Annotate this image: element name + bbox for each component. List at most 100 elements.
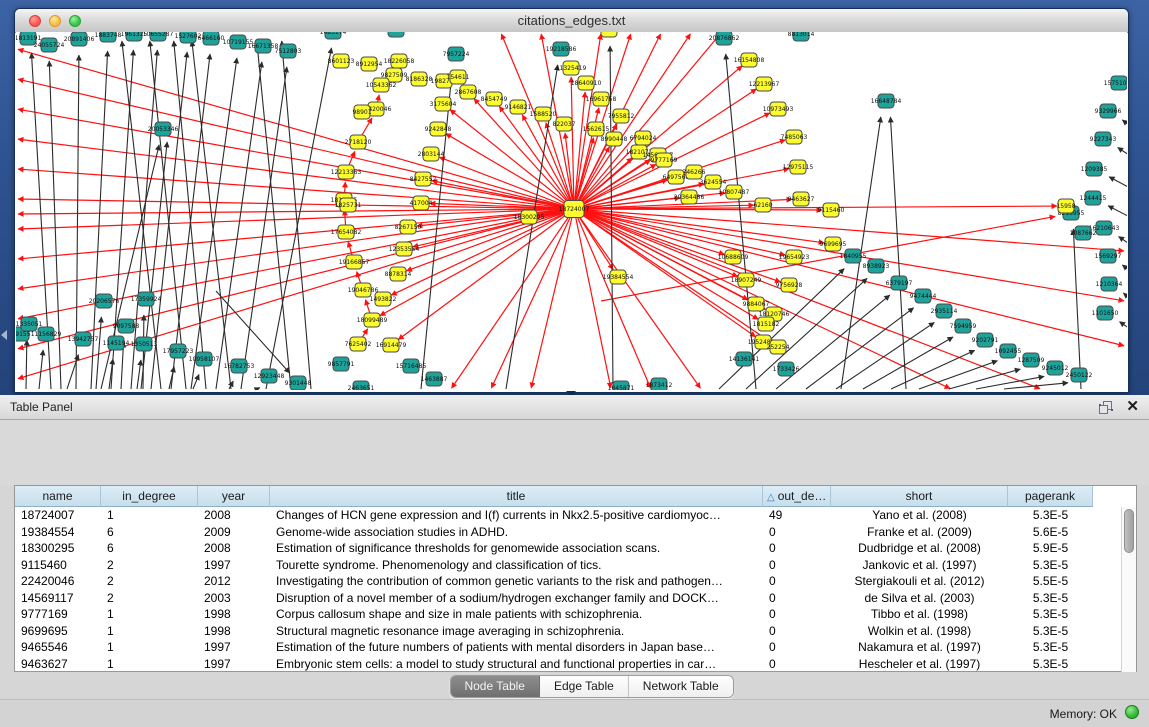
yellow-node[interactable]: 1525493 (596, 32, 623, 37)
yellow-node[interactable]: 8601123 (328, 54, 355, 68)
table-row[interactable]: 2242004622012Investigating the contribut… (15, 573, 1121, 590)
tab-network-table[interactable]: Network Table (629, 676, 733, 697)
teal-node[interactable]: 1883748 (95, 32, 122, 42)
teal-node[interactable]: 1045871 (608, 381, 635, 390)
table-row[interactable]: 977716911998Corpus callosum shape and si… (15, 606, 1121, 623)
teal-node[interactable]: 1065421 (383, 32, 410, 37)
teal-node[interactable]: 15751074 (1104, 76, 1127, 90)
teal-node[interactable]: 1733426 (773, 362, 800, 376)
teal-node[interactable]: 1840955 (840, 249, 867, 263)
yellow-node[interactable]: 10807487 (719, 185, 750, 199)
yellow-node[interactable]: 9756928 (776, 278, 803, 292)
yellow-node[interactable]: 154611 (447, 70, 470, 84)
yellow-node[interactable]: 98901 (352, 105, 371, 119)
yellow-node[interactable]: 18640910 (571, 76, 602, 90)
column-header-name[interactable]: name (15, 486, 101, 507)
yellow-node[interactable]: 9115460 (818, 203, 845, 217)
column-header-title[interactable]: title (270, 486, 763, 507)
yellow-node[interactable]: 746266 (683, 165, 706, 179)
tab-edge-table[interactable]: Edge Table (540, 676, 629, 697)
teal-node[interactable]: 1101650 (1092, 306, 1119, 320)
yellow-node[interactable]: 11325419 (556, 61, 587, 75)
yellow-node[interactable]: 16154808 (734, 53, 765, 67)
yellow-node[interactable]: 12975115 (783, 160, 814, 174)
yellow-node[interactable]: 62160 (753, 198, 772, 212)
yellow-node[interactable]: 417004 (410, 196, 433, 210)
teal-node[interactable]: 9202791 (972, 333, 999, 347)
teal-node[interactable]: 9474444 (910, 289, 937, 303)
yellow-node[interactable]: 9699695 (820, 237, 847, 251)
yellow-node[interactable]: 2718120 (345, 135, 372, 149)
window-titlebar[interactable]: citations_edges.txt (15, 9, 1128, 33)
teal-node[interactable]: 17359924 (131, 292, 162, 306)
table-row[interactable]: 911546021997Tourette syndrome. Phenomeno… (15, 557, 1121, 574)
yellow-node[interactable]: 19654923 (779, 250, 810, 264)
teal-node[interactable]: 1873412 (646, 378, 673, 390)
column-header-out_de[interactable]: △out_de… (763, 486, 831, 507)
teal-node[interactable]: 19218586 (546, 42, 577, 56)
teal-node[interactable]: 15716485 (396, 359, 427, 373)
yellow-node[interactable]: 7485063 (781, 130, 808, 144)
table-row[interactable]: 946554611997Estimation of the future num… (15, 639, 1121, 656)
yellow-node[interactable]: 2867608 (455, 85, 482, 99)
yellow-node[interactable]: 7955812 (608, 109, 635, 123)
teal-node[interactable]: 1092455 (995, 344, 1022, 358)
yellow-node[interactable]: 7625402 (345, 337, 372, 351)
table-row[interactable]: 969969511998Structural magnetic resonanc… (15, 623, 1121, 640)
yellow-node[interactable]: 8186328 (406, 72, 433, 86)
yellow-node[interactable]: 19046786 (348, 283, 379, 297)
teal-node[interactable]: 20206576 (89, 294, 120, 308)
teal-node[interactable]: 1569297 (1095, 249, 1122, 263)
yellow-node[interactable]: 16914479 (376, 338, 407, 352)
yellow-node[interactable]: 8454749 (481, 92, 508, 106)
teal-node[interactable]: 10655287 (143, 32, 174, 41)
yellow-node[interactable]: 9463627 (788, 192, 815, 206)
yellow-node[interactable]: 15958 (1056, 199, 1075, 213)
teal-node[interactable]: 2935114 (931, 304, 958, 318)
table-row[interactable]: 1456911722003Disruption of a novel membe… (15, 590, 1121, 607)
yellow-node[interactable]: 19384554 (603, 270, 634, 284)
teal-node[interactable]: 9227343 (1090, 132, 1117, 146)
yellow-node[interactable]: 12213967 (749, 77, 780, 91)
yellow-node[interactable]: 8912954 (356, 57, 383, 71)
teal-node[interactable]: 1210364 (1096, 277, 1123, 291)
close-panel-icon[interactable]: ✕ (1126, 398, 1139, 416)
west-panel-collapse-arrow[interactable] (1, 330, 7, 340)
teal-node[interactable]: 1145194 (103, 336, 130, 350)
table-row[interactable]: 1830029562008Estimation of significance … (15, 540, 1121, 557)
teal-node[interactable]: 2450122 (1066, 368, 1093, 382)
teal-node[interactable]: 9301448 (285, 376, 312, 390)
tab-node-table[interactable]: Node Table (450, 676, 539, 697)
table-row[interactable]: 946362711997Embryonic stem cells: a mode… (15, 656, 1121, 673)
teal-node[interactable]: 7594959 (950, 319, 977, 333)
teal-node[interactable]: 1244415 (1080, 191, 1107, 205)
teal-node[interactable]: 1209385 (1081, 162, 1108, 176)
yellow-node[interactable]: 12213363 (331, 165, 362, 179)
yellow-node[interactable]: 8878314 (385, 267, 412, 281)
yellow-node[interactable]: 2803144 (418, 147, 445, 161)
column-header-pagerank[interactable]: pagerank (1008, 486, 1093, 507)
column-header-year[interactable]: year (198, 486, 270, 507)
teal-node[interactable]: 20891406 (64, 32, 95, 46)
yellow-node[interactable]: 18099489 (357, 313, 388, 327)
yellow-node[interactable]: 822037 (553, 117, 576, 131)
teal-node[interactable]: 12923448 (254, 369, 285, 383)
yellow-node[interactable]: 3175604 (430, 97, 457, 111)
teal-node[interactable]: 9329966 (1095, 104, 1122, 118)
table-row[interactable]: 1938455462009Genome-wide association stu… (15, 524, 1121, 541)
teal-node[interactable]: 7512803 (275, 44, 302, 58)
teal-node[interactable]: 1683174 (320, 32, 347, 39)
column-header-in_degree[interactable]: in_degree (101, 486, 198, 507)
teal-node[interactable]: 7957224 (443, 47, 470, 61)
teal-node[interactable]: 9857791 (328, 357, 355, 371)
scrollbar-thumb[interactable] (1124, 509, 1134, 553)
yellow-node[interactable]: 9146821 (505, 100, 532, 114)
teal-node[interactable]: 16648784 (871, 94, 902, 108)
yellow-node[interactable]: 18226058 (384, 54, 415, 68)
teal-node[interactable]: 10958107 (189, 352, 220, 366)
yellow-node[interactable]: 17654082 (331, 225, 362, 239)
teal-node[interactable]: 1287509 (1018, 353, 1045, 367)
yellow-node[interactable]: 3624554 (700, 175, 727, 189)
yellow-node[interactable]: 252254 (767, 340, 790, 354)
table-row[interactable]: 1872400712008Changes of HCN gene express… (15, 507, 1121, 524)
